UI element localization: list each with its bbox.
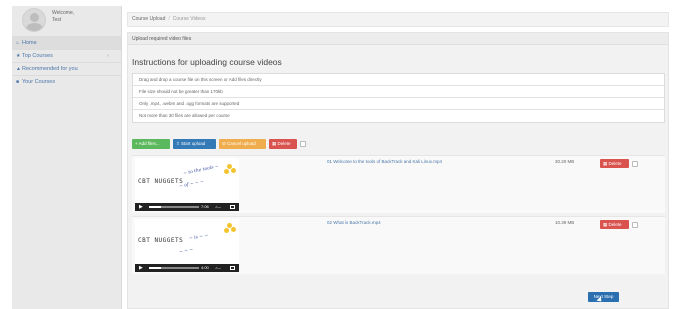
sidebar-item-label: Top Courses [22, 53, 53, 59]
sidebar-item-label: Recommended for you [22, 66, 78, 72]
sidebar-item-label: Your Courses [22, 79, 56, 85]
file-size: 10.39 MB [555, 220, 575, 225]
flower-decoration [231, 227, 236, 232]
volume-icon[interactable]: ♪― [215, 265, 221, 271]
cancel-upload-button[interactable]: ⊘ Cancel upload [219, 139, 266, 149]
breadcrumb-root[interactable]: Course Upload [132, 16, 165, 22]
seek-progress [149, 206, 161, 208]
thumbnail-title: CBT NUGGETS [138, 237, 184, 244]
file-name: 02 What is BackTrack.mp4 [327, 220, 381, 225]
add-files-label: Add files... [138, 141, 160, 146]
instruction-row: Only .mp4, .webm and .ogg formats are su… [133, 98, 664, 110]
instructions-table: Drag and drop a course file on this scre… [132, 73, 665, 123]
seek-bar[interactable] [149, 267, 199, 269]
fullscreen-icon[interactable] [230, 266, 235, 270]
thumbnail-handwriting: ~ ~ ~ [178, 247, 194, 256]
next-step-button[interactable]: Next Step [588, 292, 619, 302]
play-icon[interactable]: ▶ [139, 265, 143, 271]
sidebar-nav: ⌂ Home ★ Top Courses ‹ ▲Recommended for yo… [12, 36, 121, 88]
start-upload-label: Start upload [181, 141, 206, 146]
breadcrumb: Course Upload / Course Videos [127, 12, 669, 27]
sidebar: Welcome, Test ⌂ Home ★ Top Courses ‹ ▲Reco… [12, 6, 122, 309]
panel-heading: Upload required video files [128, 33, 668, 45]
flower-decoration [224, 228, 229, 233]
play-icon[interactable]: ▶ [139, 204, 143, 210]
sidebar-item-recommended[interactable]: ▲Recommended for you [12, 62, 121, 75]
user-name: Test [52, 17, 62, 23]
instruction-row: File size should not be greater than 170… [133, 86, 664, 98]
upload-panel: Upload required video files Instructions… [127, 32, 669, 309]
thumbnail-handwriting: ~ is ~ ~ [188, 233, 209, 242]
file-size: 30.20 MB [555, 159, 575, 164]
video-controls: ▶ 7:06 ♪― [135, 203, 239, 211]
flower-decoration [231, 168, 236, 173]
video-duration: 4:00 [201, 265, 209, 270]
delete-file-label: Delete [608, 222, 622, 227]
flower-decoration [224, 169, 229, 174]
cancel-upload-label: Cancel upload [227, 141, 256, 146]
delete-file-button[interactable]: ▦ Delete [600, 220, 629, 229]
page-title: Instructions for uploading course videos [132, 57, 282, 67]
delete-file-label: Delete [608, 161, 622, 166]
breadcrumb-separator: / [168, 16, 170, 22]
fullscreen-icon[interactable] [230, 205, 235, 209]
instruction-row: Not more than 30 files are allowed per c… [139, 113, 230, 118]
avatar-head [30, 13, 39, 22]
thumbnail-title: CBT NUGGETS [138, 178, 184, 185]
avatar-body [26, 23, 43, 31]
delete-all-label: Delete [277, 141, 291, 146]
file-checkbox[interactable] [632, 222, 638, 228]
breadcrumb-current: Course Videos [172, 16, 206, 22]
file-checkbox[interactable] [632, 161, 638, 167]
sidebar-item-home[interactable]: ⌂ Home [12, 36, 121, 49]
volume-icon[interactable]: ♪― [215, 204, 221, 210]
select-all-checkbox[interactable] [300, 141, 306, 147]
sidebar-item-your-courses[interactable]: ■ Your Courses [12, 75, 121, 88]
instruction-row: Drag and drop a course file on this scre… [133, 74, 664, 86]
file-row: CBT NUGGETS ~ is ~ ~ ~ ~ ~ ▶ 4:00 ♪― 02 … [132, 216, 665, 274]
seek-bar[interactable] [149, 206, 199, 208]
file-name: 01 Welcome to the tools of BackTrack and… [327, 159, 443, 164]
welcome-label: Welcome, [52, 10, 75, 16]
welcome-text: Welcome, Test [52, 10, 74, 24]
start-upload-button[interactable]: ⇧ Start upload [173, 139, 216, 149]
sidebar-item-top-courses[interactable]: ★ Top Courses ‹ [12, 49, 121, 62]
video-duration: 7:06 [201, 204, 209, 209]
seek-progress [149, 267, 161, 269]
add-files-button[interactable]: + Add files... [132, 139, 170, 149]
video-controls: ▶ 4:00 ♪― [135, 264, 239, 272]
delete-file-button[interactable]: ▦ Delete [600, 159, 629, 168]
sidebar-item-label: Home [22, 40, 37, 46]
file-row: CBT NUGGETS ~ to the tools ~ ~ of ~ ~ ~ … [132, 155, 665, 213]
delete-all-button[interactable]: ▦ Delete [269, 139, 297, 149]
thumbnail-handwriting: ~ to the tools ~ [182, 164, 220, 177]
avatar [22, 8, 46, 32]
user-box: Welcome, Test [12, 6, 121, 36]
